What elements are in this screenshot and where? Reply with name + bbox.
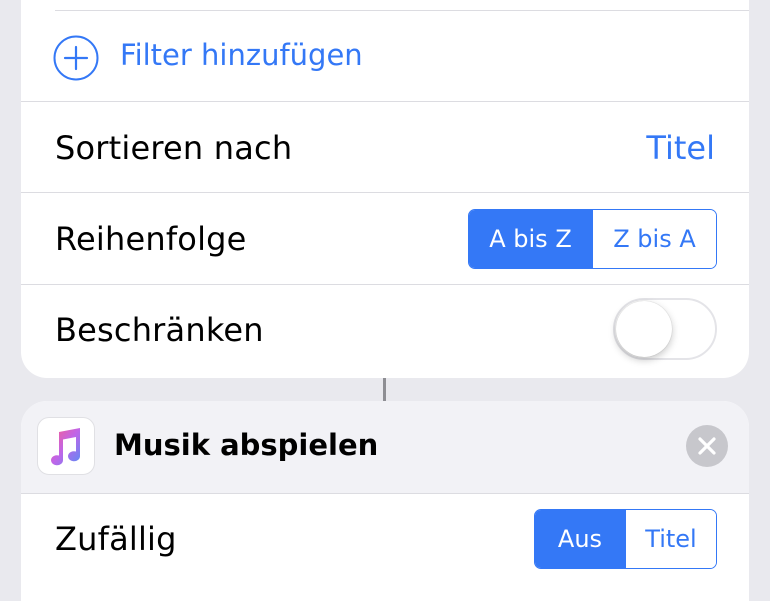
order-label: Reihenfolge [55,220,247,258]
action-header: Musik abspielen [21,401,749,493]
divider [21,101,749,102]
divider [21,284,749,285]
close-icon [698,437,716,455]
remove-action-button[interactable] [686,425,728,467]
plus-circle-icon[interactable] [53,35,99,81]
action-title: Musik abspielen [114,428,379,462]
sort-label: Sortieren nach [55,129,293,167]
order-segmented-control[interactable]: A bis Z Z bis A [468,209,717,269]
filter-settings-card: Filter hinzufügen Sortieren nach Titel R… [21,0,749,378]
action-connector-line [383,378,386,401]
toggle-knob [616,301,672,357]
order-option-z-to-a[interactable]: Z bis A [592,210,716,268]
music-app-icon [37,417,95,475]
music-note-icon [51,428,81,466]
divider [55,10,749,11]
shuffle-segmented-control[interactable]: Aus Titel [534,509,717,569]
order-option-a-to-z[interactable]: A bis Z [469,210,592,268]
divider [21,493,749,494]
limit-toggle[interactable] [613,298,717,360]
shuffle-option-title[interactable]: Titel [625,510,716,568]
shuffle-option-off[interactable]: Aus [535,510,625,568]
limit-label: Beschränken [55,311,264,349]
play-music-action-card: Musik abspielen Zufällig Aus Titel [21,401,749,601]
add-filter-link[interactable]: Filter hinzufügen [120,38,363,72]
sort-value-button[interactable]: Titel [646,129,715,167]
divider [21,192,749,193]
shuffle-label: Zufällig [55,520,177,558]
